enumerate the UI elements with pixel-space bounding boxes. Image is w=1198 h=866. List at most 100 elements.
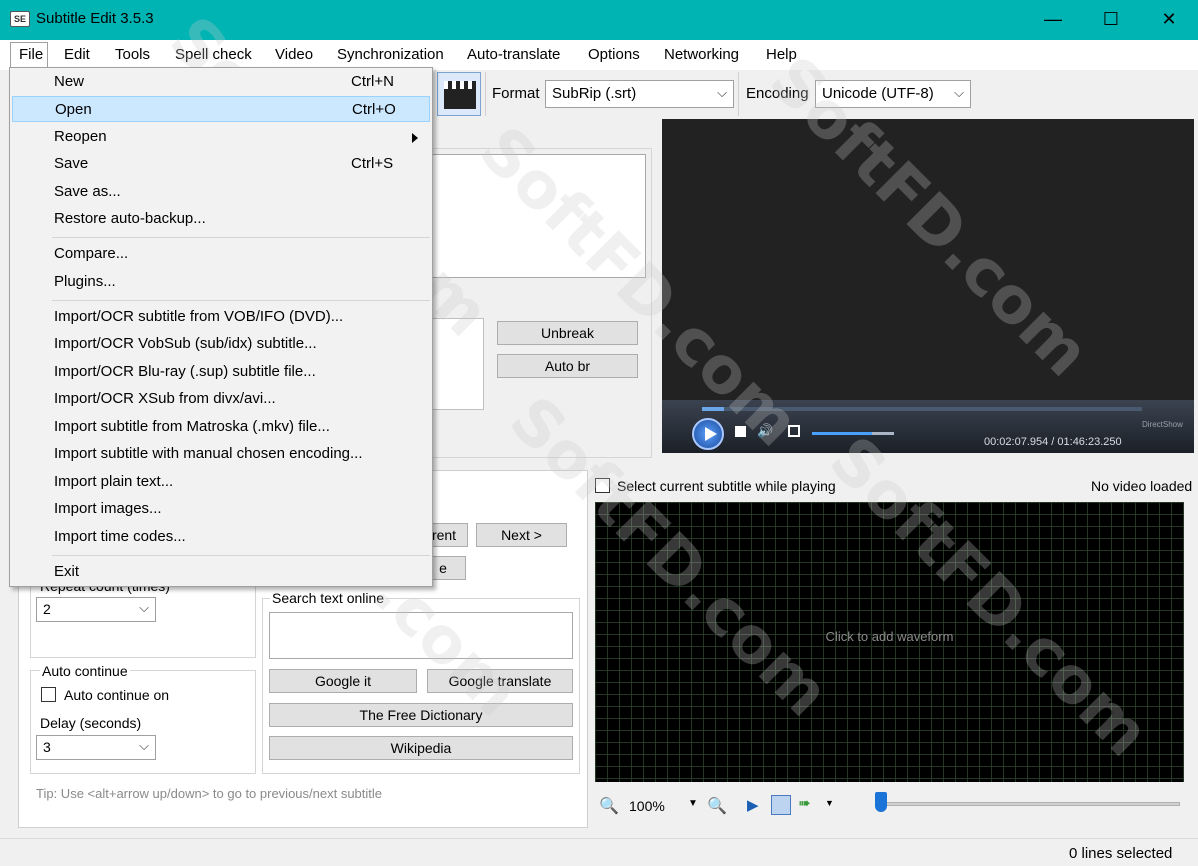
menu-item-compare[interactable]: Compare... bbox=[12, 241, 430, 267]
auto-continue-on-label: Auto continue on bbox=[64, 687, 170, 703]
video-player[interactable]: 🔊 00:02:07.954 / 01:46:23.250 DirectShow bbox=[662, 119, 1194, 453]
toolbar-separator bbox=[738, 72, 739, 116]
volume-fill bbox=[812, 432, 872, 435]
menu-item-restore-auto-backup[interactable]: Restore auto-backup... bbox=[12, 206, 430, 232]
play-waveform-icon[interactable]: ▶ bbox=[747, 796, 759, 814]
close-button[interactable]: ✕ bbox=[1140, 0, 1198, 40]
encoding-select[interactable]: Unicode (UTF-8) ⌵ bbox=[815, 80, 971, 108]
menu-item-import-ocr-xsub[interactable]: Import/OCR XSub from divx/avi... bbox=[12, 386, 430, 412]
menu-video[interactable]: Video bbox=[275, 46, 313, 63]
video-time: 00:02:07.954 / 01:46:23.250 bbox=[984, 436, 1122, 448]
file-menu-dropdown: New Ctrl+N Open Ctrl+O Reopen Save Ctrl+S S… bbox=[9, 67, 433, 587]
next-button[interactable]: Next > bbox=[476, 523, 567, 547]
menu-item-import-matroska[interactable]: Import subtitle from Matroska (.mkv) fil… bbox=[12, 414, 430, 440]
menu-options[interactable]: Options bbox=[588, 46, 640, 63]
search-text-box[interactable] bbox=[269, 612, 573, 659]
zoom-value[interactable]: 100% bbox=[629, 798, 665, 814]
search-text-online-title: Search text online bbox=[270, 590, 387, 606]
menu-separator bbox=[52, 300, 430, 301]
lines-selected-text: 0 lines selected bbox=[1069, 845, 1173, 862]
chevron-down-icon[interactable]: ▼ bbox=[825, 798, 834, 808]
menu-item-import-time-codes[interactable]: Import time codes... bbox=[12, 524, 430, 550]
menu-tools[interactable]: Tools bbox=[115, 46, 150, 63]
delay-label: Delay (seconds) bbox=[40, 715, 142, 731]
format-value: SubRip (.srt) bbox=[552, 85, 637, 102]
format-select[interactable]: SubRip (.srt) ⌵ bbox=[545, 80, 734, 108]
video-seek-bar[interactable] bbox=[702, 407, 1142, 411]
repeat-count-select[interactable]: 2 ⌵ bbox=[36, 597, 156, 622]
menu-item-import-ocr-vobsub[interactable]: Import/OCR VobSub (sub/idx) subtitle... bbox=[12, 331, 430, 357]
volume-icon[interactable]: 🔊 bbox=[757, 423, 773, 439]
unbreak-button[interactable]: Unbreak bbox=[497, 321, 638, 345]
video-seek-fill bbox=[702, 407, 724, 411]
waveform-toolbar: 🔍 100% ▼ 🔍 ▶ ➠ ▼ bbox=[595, 788, 1195, 824]
video-controls: 🔊 00:02:07.954 / 01:46:23.250 DirectShow bbox=[662, 400, 1194, 453]
window-title: Subtitle Edit 3.5.3 bbox=[36, 10, 154, 27]
delay-value: 3 bbox=[43, 739, 51, 755]
chevron-down-icon: ⌵ bbox=[139, 738, 149, 753]
menu-item-save[interactable]: Save Ctrl+S bbox=[12, 151, 430, 177]
menu-help[interactable]: Help bbox=[766, 46, 797, 63]
fullscreen-icon[interactable] bbox=[788, 425, 800, 437]
grid-icon[interactable] bbox=[771, 795, 791, 815]
app-logo-icon: SE bbox=[10, 11, 30, 27]
original-text-box[interactable] bbox=[432, 318, 484, 410]
waveform-position-slider[interactable] bbox=[875, 802, 1180, 806]
google-translate-button[interactable]: Google translate bbox=[427, 669, 573, 693]
status-bar: 0 lines selected bbox=[0, 838, 1198, 866]
menu-separator bbox=[52, 555, 430, 556]
clapperboard-icon[interactable] bbox=[437, 72, 481, 116]
repeat-count-value: 2 bbox=[43, 601, 51, 617]
format-label: Format bbox=[492, 85, 540, 102]
auto-br-button[interactable]: Auto br bbox=[497, 354, 638, 378]
zoom-out-icon[interactable]: 🔍 bbox=[599, 796, 619, 816]
chevron-down-icon: ⌵ bbox=[139, 600, 149, 615]
no-video-loaded-text: No video loaded bbox=[1091, 478, 1193, 494]
chevron-down-icon: ⌵ bbox=[717, 85, 727, 100]
menu-item-open[interactable]: Open Ctrl+O bbox=[12, 96, 430, 122]
menu-auto-translate[interactable]: Auto-translate bbox=[467, 46, 560, 63]
menu-spell-check[interactable]: Spell check bbox=[175, 46, 252, 63]
renderer-label: DirectShow bbox=[1142, 420, 1183, 429]
next-forward-icon[interactable]: ➠ bbox=[798, 794, 811, 812]
minimize-button[interactable]: — bbox=[1024, 0, 1082, 40]
menu-item-exit[interactable]: Exit bbox=[12, 559, 430, 585]
volume-slider[interactable] bbox=[812, 432, 894, 435]
delay-select[interactable]: 3 ⌵ bbox=[36, 735, 156, 760]
select-current-subtitle-label: Select current subtitle while playing bbox=[617, 478, 836, 494]
google-it-button[interactable]: Google it bbox=[269, 669, 417, 693]
zoom-dropdown-icon[interactable]: ▼ bbox=[688, 798, 698, 809]
menu-synchronization[interactable]: Synchronization bbox=[337, 46, 444, 63]
tip-text: Tip: Use <alt+arrow up/down> to go to pr… bbox=[36, 786, 383, 801]
menu-separator bbox=[52, 237, 430, 238]
maximize-button[interactable]: ☐ bbox=[1082, 0, 1140, 40]
auto-continue-checkbox[interactable] bbox=[41, 687, 56, 702]
slider-thumb[interactable] bbox=[875, 792, 887, 812]
select-current-subtitle-checkbox[interactable] bbox=[595, 478, 610, 493]
menu-item-reopen[interactable]: Reopen bbox=[12, 124, 430, 150]
auto-continue-title: Auto continue bbox=[40, 663, 130, 679]
waveform-panel[interactable]: Click to add waveform bbox=[595, 502, 1184, 782]
menu-item-plugins[interactable]: Plugins... bbox=[12, 269, 430, 295]
subtitle-text-box[interactable] bbox=[432, 154, 646, 278]
submenu-arrow-icon bbox=[412, 133, 418, 143]
encoding-value: Unicode (UTF-8) bbox=[822, 85, 934, 102]
free-dictionary-button[interactable]: The Free Dictionary bbox=[269, 703, 573, 727]
toolbar-separator bbox=[485, 72, 486, 116]
menu-item-save-as[interactable]: Save as... bbox=[12, 179, 430, 205]
zoom-in-icon[interactable]: 🔍 bbox=[707, 796, 727, 816]
menu-item-import-ocr-vob[interactable]: Import/OCR subtitle from VOB/IFO (DVD)..… bbox=[12, 304, 430, 330]
menu-item-import-ocr-bluray[interactable]: Import/OCR Blu-ray (.sup) subtitle file.… bbox=[12, 359, 430, 385]
play-icon[interactable] bbox=[692, 418, 724, 450]
wikipedia-button[interactable]: Wikipedia bbox=[269, 736, 573, 760]
menu-item-import-plain-text[interactable]: Import plain text... bbox=[12, 469, 430, 495]
menu-networking[interactable]: Networking bbox=[664, 46, 739, 63]
menu-file[interactable]: File bbox=[19, 46, 43, 63]
menu-item-import-manual-encoding[interactable]: Import subtitle with manual chosen encod… bbox=[12, 441, 430, 467]
menu-edit[interactable]: Edit bbox=[64, 46, 90, 63]
stop-icon[interactable] bbox=[735, 426, 746, 437]
menu-item-import-images[interactable]: Import images... bbox=[12, 496, 430, 522]
click-to-add-waveform-text: Click to add waveform bbox=[825, 629, 954, 644]
encoding-label: Encoding bbox=[746, 85, 809, 102]
menu-item-new[interactable]: New Ctrl+N bbox=[12, 69, 430, 95]
